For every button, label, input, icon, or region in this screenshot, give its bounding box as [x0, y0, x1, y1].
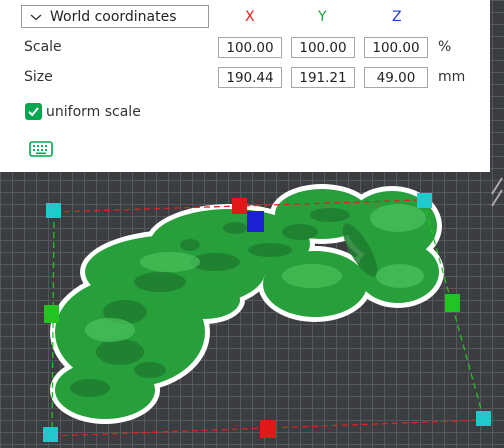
checkmark-icon [25, 103, 42, 120]
uniform-scale-checkbox[interactable]: uniform scale [25, 103, 141, 120]
corner-handle-top-right [417, 193, 432, 208]
scale-z-input[interactable] [364, 37, 428, 58]
scale-label: Scale [24, 39, 62, 55]
size-x-input[interactable] [218, 67, 282, 88]
scale-unit: % [438, 39, 452, 55]
size-y-input[interactable] [291, 67, 355, 88]
axis-x-label: X [245, 9, 255, 25]
object-scale-panel: World coordinates X Y Z Scale % Size mm … [0, 0, 490, 172]
axis-z-label: Z [392, 9, 402, 25]
size-unit: mm [438, 69, 466, 85]
corner-handle-bottom-left [43, 427, 58, 442]
y-handle-right [445, 294, 460, 312]
x-handle-bottom [260, 420, 276, 438]
z-handle [247, 211, 264, 232]
corner-handle-bottom-right [476, 411, 491, 426]
uniform-scale-label: uniform scale [46, 103, 141, 120]
corner-handle-top-left [46, 203, 61, 218]
scale-y-input[interactable] [291, 37, 355, 58]
keyboard-icon[interactable] [29, 140, 53, 158]
axis-y-label: Y [318, 9, 327, 25]
size-label: Size [24, 69, 53, 85]
coordinate-system-value: World coordinates [50, 8, 177, 25]
x-handle-top [232, 198, 247, 214]
y-handle-left [44, 305, 59, 323]
size-z-input[interactable] [364, 67, 428, 88]
coordinate-system-dropdown[interactable]: World coordinates [21, 5, 209, 28]
scale-x-input[interactable] [218, 37, 282, 58]
bed-edge-marker [491, 177, 503, 207]
chevron-down-icon [30, 14, 42, 20]
